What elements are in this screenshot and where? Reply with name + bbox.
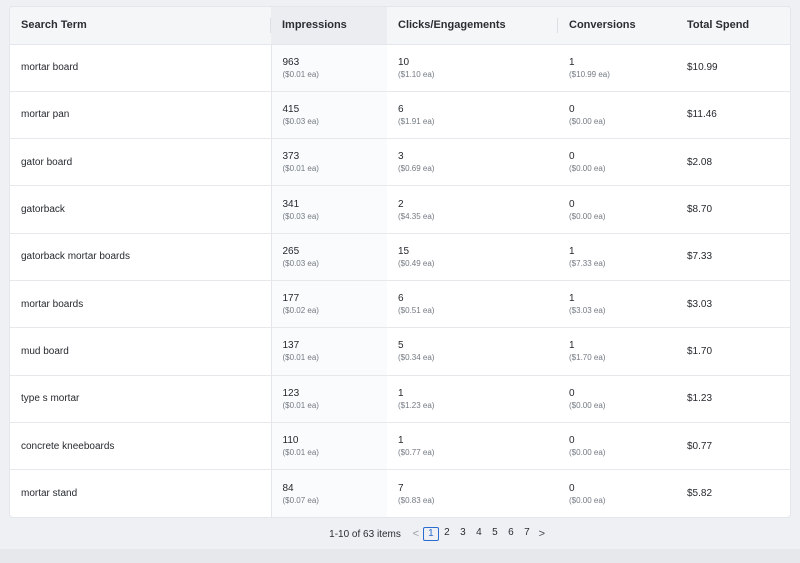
cell-clicks: 1 ($1.23 ea)	[387, 375, 558, 423]
cell-impressions: 373 ($0.01 ea)	[270, 138, 387, 187]
page-button-6[interactable]: 6	[503, 527, 519, 541]
cell-impressions: 84 ($0.07 ea)	[270, 469, 387, 517]
cell-search-term: gatorback	[10, 185, 271, 234]
cell-search-term: mud board	[10, 327, 271, 376]
prev-page-icon[interactable]: <	[409, 528, 423, 540]
cell-total-spend: $10.99	[676, 44, 790, 92]
cell-impressions: 415 ($0.03 ea)	[270, 91, 387, 140]
cell-impressions: 137 ($0.01 ea)	[270, 327, 387, 376]
search-terms-table: Search Term Impressions Clicks/Engagemen…	[10, 7, 790, 517]
table-row: mortar stand 84 ($0.07 ea) 7 ($0.83 ea) 0 ($0.…	[10, 469, 790, 517]
cell-search-term: gatorback mortar boards	[10, 233, 271, 281]
page-button-2[interactable]: 2	[439, 527, 455, 541]
cell-impressions: 177 ($0.02 ea)	[270, 280, 387, 329]
table-header-row: Search Term Impressions Clicks/Engagemen…	[10, 7, 790, 45]
cell-total-spend: $5.82	[687, 488, 713, 500]
page-button-1[interactable]: 1	[422, 527, 439, 541]
cell-clicks: 5 ($0.34 ea)	[387, 327, 558, 376]
cell-conversions: 0 ($0.00 ea)	[569, 482, 606, 505]
table-row: gator board 373 ($0.01 ea) 3 ($0.69 ea) 0 ($0.…	[10, 138, 790, 187]
cell-total-spend: $11.46	[676, 91, 790, 140]
column-header-total-spend[interactable]: Total Spend	[676, 7, 790, 45]
cell-impressions: 341 ($0.03 ea)	[270, 185, 387, 234]
cell-total-spend: $3.03	[676, 280, 790, 329]
cell-search-term: mortar board	[10, 44, 271, 92]
cell-conversions: 0 ($0.00 ea)	[558, 375, 676, 423]
table-row: concrete kneeboards 110 ($0.01 ea) 1 ($0.77 …	[10, 422, 790, 471]
pagination: 1-10 of 63 items < 1234567 >	[0, 525, 800, 543]
table-row: mortar pan 415 ($0.03 ea) 6 ($1.91 ea) 0 ($0.0…	[10, 91, 790, 140]
column-header-conversions[interactable]: Conversions	[558, 7, 676, 45]
page-button-5[interactable]: 5	[487, 527, 503, 541]
cell-clicks: 7 ($0.83 ea)	[398, 482, 435, 505]
pagination-summary: 1-10 of 63 items	[329, 528, 401, 540]
cell-clicks: 10 ($1.10 ea)	[387, 44, 558, 92]
page-button-4[interactable]: 4	[471, 527, 487, 541]
cell-conversions: 0 ($0.00 ea)	[558, 422, 676, 471]
next-page-icon[interactable]: >	[535, 528, 549, 540]
cell-conversions: 1 ($10.99 ea)	[558, 44, 676, 92]
cell-search-term: mortar stand	[21, 488, 78, 500]
cell-search-term: concrete kneeboards	[10, 422, 271, 471]
cell-impressions: 110 ($0.01 ea)	[270, 422, 387, 471]
cell-total-spend: $2.08	[676, 138, 790, 187]
cell-conversions: 0 ($0.00 ea)	[558, 185, 676, 234]
table-row: type s mortar 123 ($0.01 ea) 1 ($1.23 ea) 0 ($…	[10, 375, 790, 423]
cell-impressions: 265 ($0.03 ea)	[270, 233, 387, 281]
cell-clicks: 1 ($0.77 ea)	[387, 422, 558, 471]
cell-conversions: 0 ($0.00 ea)	[558, 91, 676, 140]
cell-clicks: 6 ($0.51 ea)	[387, 280, 558, 329]
cell-conversions: 1 ($1.70 ea)	[558, 327, 676, 376]
cell-clicks: 6 ($1.91 ea)	[387, 91, 558, 140]
column-header-clicks[interactable]: Clicks/Engagements	[387, 7, 558, 45]
cell-search-term: type s mortar	[10, 375, 271, 423]
bottom-strip	[0, 549, 800, 563]
column-header-impressions[interactable]: Impressions	[271, 7, 387, 45]
cell-clicks: 15 ($0.49 ea)	[387, 233, 558, 281]
table-row: gatorback mortar boards 265 ($0.03 ea) 15 ($…	[10, 233, 790, 281]
table-row: gatorback 341 ($0.03 ea) 2 ($4.35 ea) 0 ($0.00…	[10, 185, 790, 234]
cell-clicks: 3 ($0.69 ea)	[387, 138, 558, 187]
cell-total-spend: $1.23	[676, 375, 790, 423]
cell-search-term: gator board	[10, 138, 271, 187]
cell-impressions: 963 ($0.01 ea)	[270, 44, 387, 92]
table-row: mortar boards 177 ($0.02 ea) 6 ($0.51 ea) 1 ($…	[10, 280, 790, 329]
cell-conversions: 1 ($7.33 ea)	[558, 233, 676, 281]
page-button-3[interactable]: 3	[455, 527, 471, 541]
cell-total-spend: $7.33	[676, 233, 790, 281]
search-terms-panel: Search Term Impressions Clicks/Engagemen…	[9, 6, 791, 518]
cell-total-spend: $0.77	[676, 422, 790, 471]
cell-search-term: mortar pan	[10, 91, 271, 140]
column-header-search-term[interactable]: Search Term	[10, 7, 271, 45]
cell-total-spend: $1.70	[676, 327, 790, 376]
table-row: mud board 137 ($0.01 ea) 5 ($0.34 ea) 1 ($1.70…	[10, 327, 790, 376]
page-button-7[interactable]: 7	[519, 527, 535, 541]
cell-search-term: mortar boards	[10, 280, 271, 329]
table-row: mortar board 963 ($0.01 ea) 10 ($1.10 ea) 1 ($…	[10, 44, 790, 92]
cell-total-spend: $8.70	[676, 185, 790, 234]
cell-conversions: 0 ($0.00 ea)	[558, 138, 676, 187]
cell-conversions: 1 ($3.03 ea)	[558, 280, 676, 329]
cell-clicks: 2 ($4.35 ea)	[387, 185, 558, 234]
cell-impressions: 123 ($0.01 ea)	[270, 375, 387, 423]
